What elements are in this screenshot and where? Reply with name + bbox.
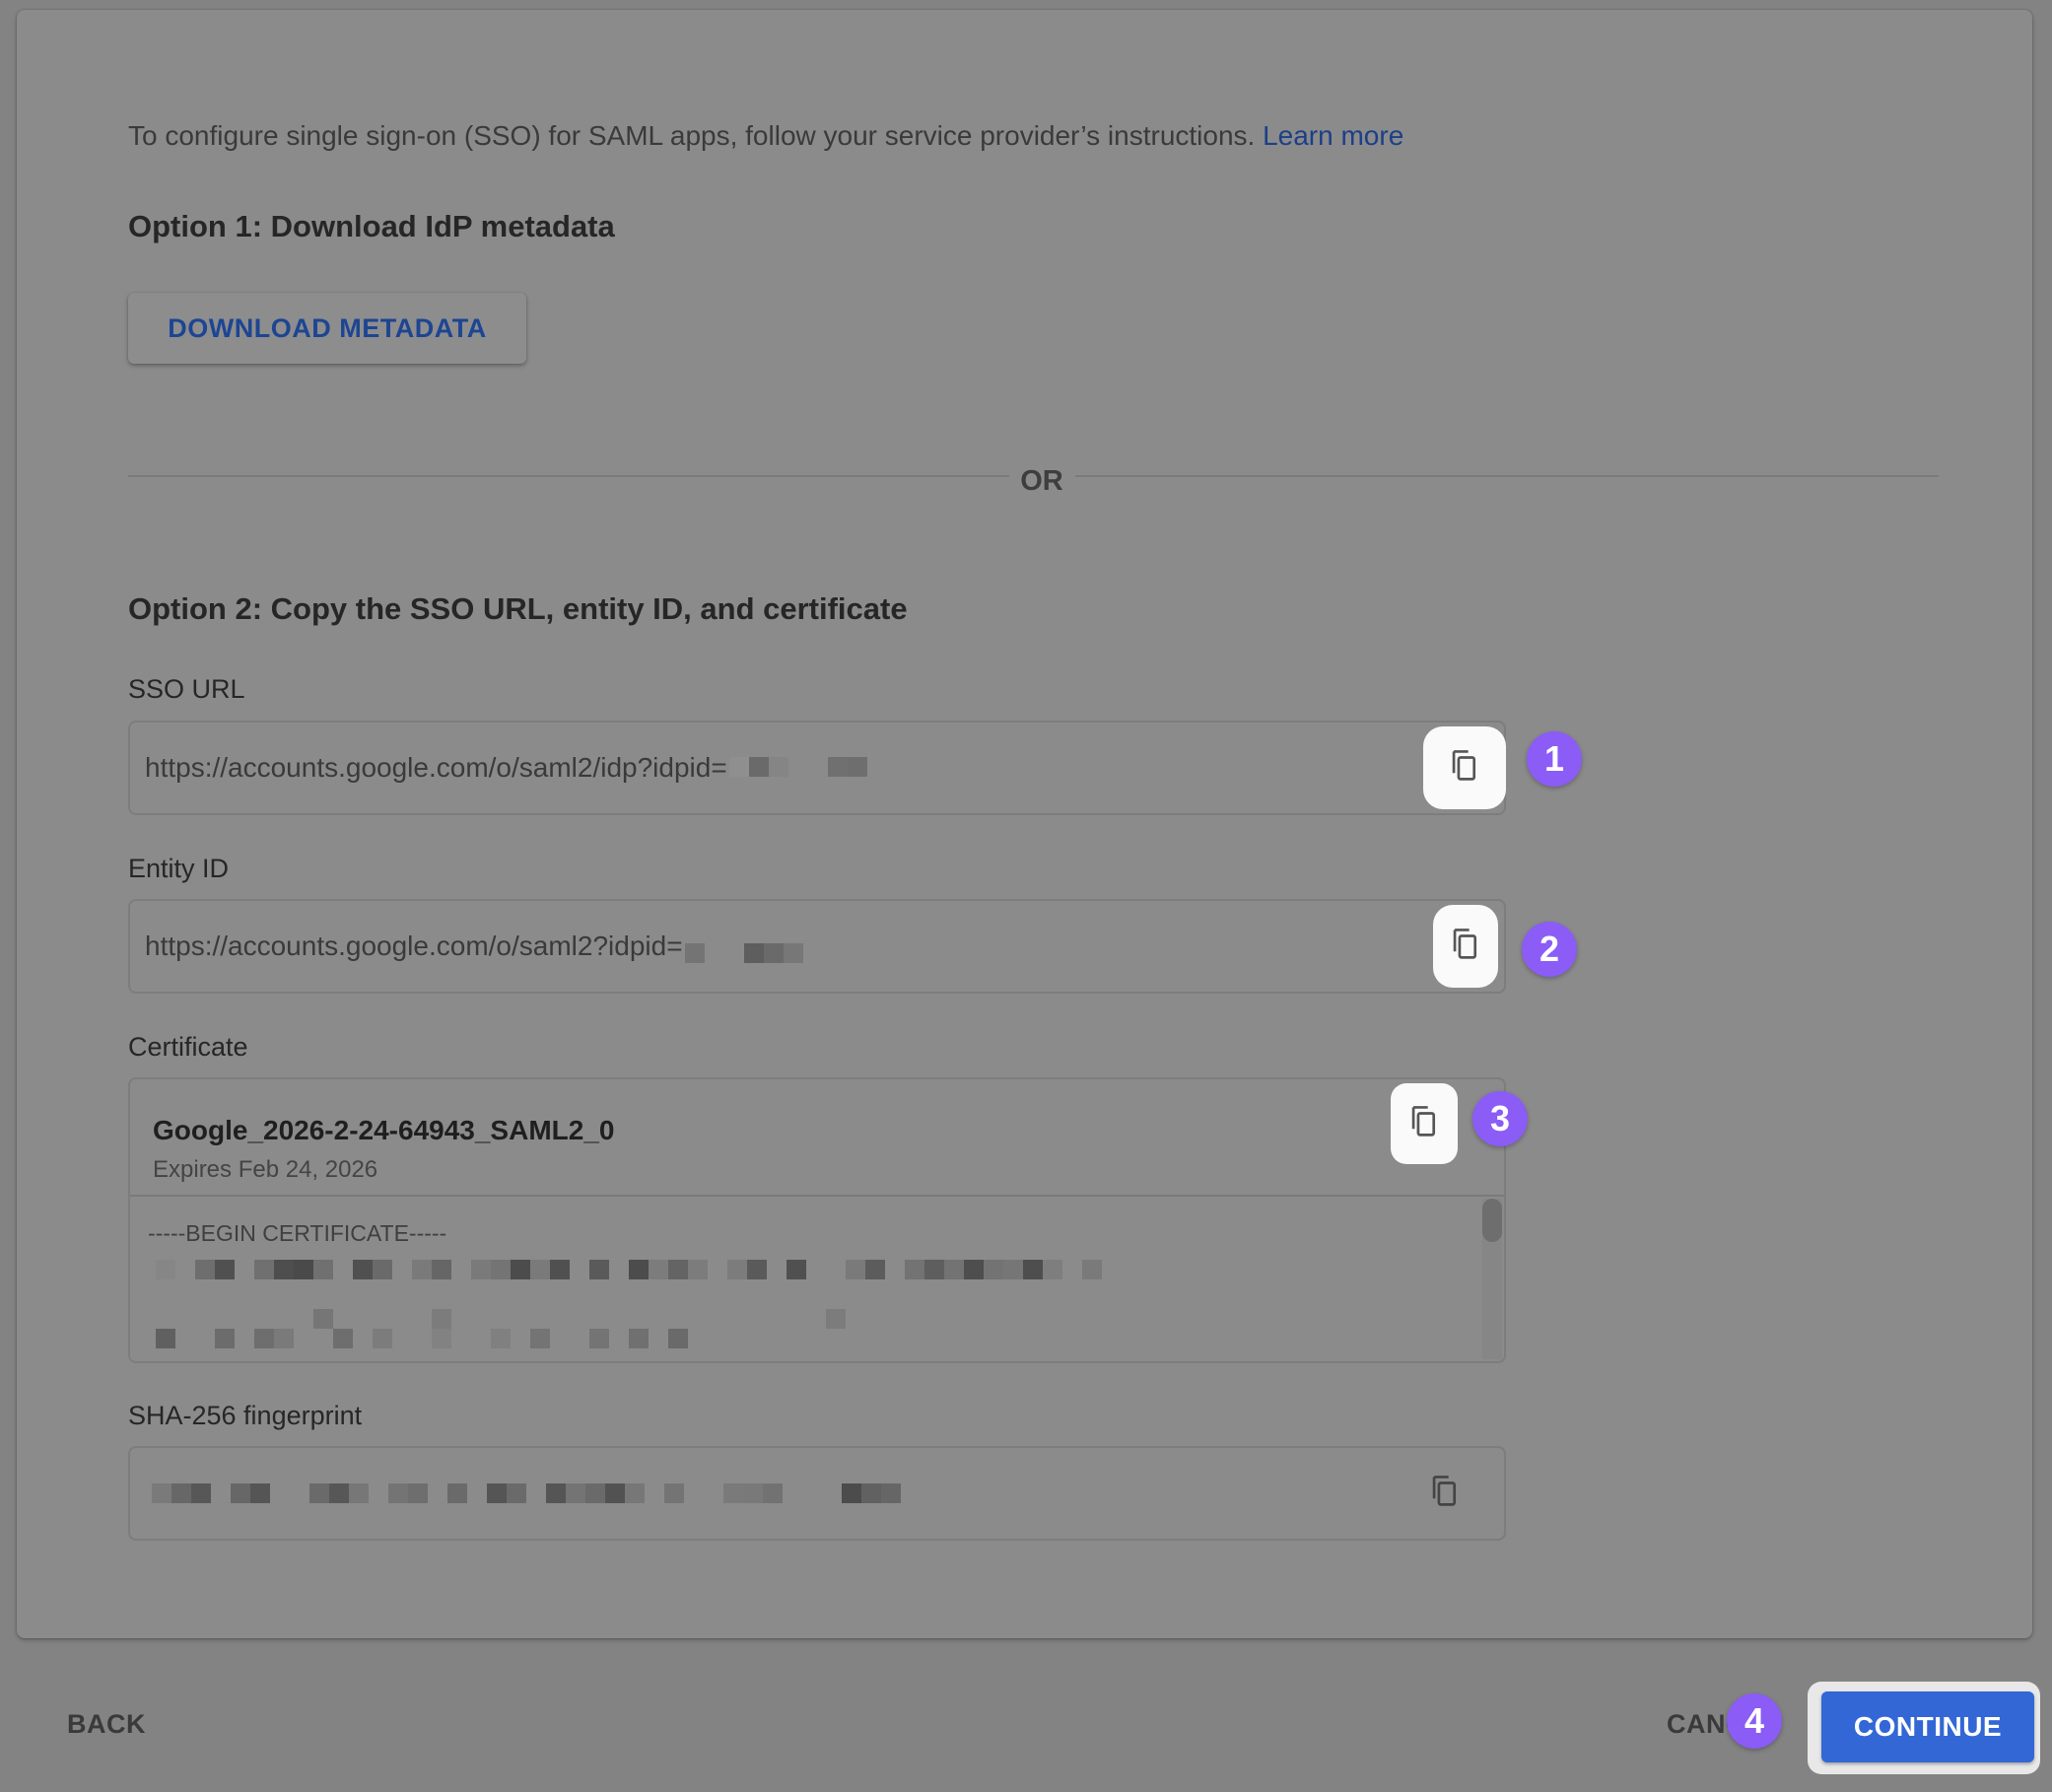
redacted-cert-line — [156, 1260, 1102, 1279]
copy-entity-id-button[interactable] — [1433, 905, 1498, 988]
annotation-badge-4: 4 — [1727, 1693, 1782, 1749]
option2-heading: Option 2: Copy the SSO URL, entity ID, a… — [128, 591, 908, 626]
certificate-scrollbar-thumb[interactable] — [1482, 1199, 1502, 1242]
certificate-scrollbar[interactable] — [1482, 1199, 1502, 1359]
annotation-badge-3: 3 — [1472, 1091, 1528, 1146]
certificate-header: Google_2026-2-24-64943_SAML2_0 Expires F… — [130, 1079, 1504, 1197]
redacted-fingerprint — [152, 1483, 901, 1503]
entity-id-text: https://accounts.google.com/o/saml2?idpi… — [145, 930, 683, 961]
entity-id-value: https://accounts.google.com/o/saml2?idpi… — [145, 930, 803, 963]
sso-url-text: https://accounts.google.com/o/saml2/idp?… — [145, 752, 727, 783]
certificate-begin-marker: -----BEGIN CERTIFICATE----- — [148, 1220, 447, 1246]
intro-description: To configure single sign-on (SSO) for SA… — [128, 120, 1256, 151]
annotation-badge-2: 2 — [1522, 922, 1577, 977]
redacted-cert-line — [156, 1329, 688, 1348]
fingerprint-label: SHA-256 fingerprint — [128, 1401, 363, 1430]
copy-icon — [1409, 1105, 1439, 1143]
copy-icon — [1451, 928, 1480, 966]
certificate-body[interactable]: -----BEGIN CERTIFICATE----- — [130, 1197, 1504, 1361]
redacted-block — [684, 938, 803, 963]
sso-url-field[interactable]: https://accounts.google.com/o/saml2/idp?… — [128, 721, 1506, 815]
or-divider-label: OR — [1020, 465, 1063, 497]
certificate-label: Certificate — [128, 1032, 248, 1062]
sso-url-label: SSO URL — [128, 674, 245, 704]
option1-heading: Option 1: Download IdP metadata — [128, 209, 615, 243]
learn-more-link[interactable]: Learn more — [1263, 120, 1403, 151]
entity-id-label: Entity ID — [128, 854, 230, 883]
intro-text: To configure single sign-on (SSO) for SA… — [128, 120, 1403, 152]
fingerprint-field[interactable] — [128, 1446, 1506, 1541]
divider-line-left — [128, 475, 1009, 477]
copy-sso-url-button[interactable] — [1423, 726, 1506, 809]
annotation-badge-1: 1 — [1527, 731, 1582, 787]
certificate-expiry: Expires Feb 24, 2026 — [153, 1156, 378, 1183]
copy-icon — [1430, 1475, 1460, 1513]
copy-icon — [1450, 749, 1479, 788]
copy-certificate-button[interactable] — [1391, 1083, 1458, 1164]
sso-url-value: https://accounts.google.com/o/saml2/idp?… — [145, 752, 867, 784]
back-button[interactable]: BACK — [67, 1709, 146, 1740]
copy-fingerprint-button[interactable] — [1423, 1472, 1467, 1515]
download-metadata-button[interactable]: DOWNLOAD METADATA — [128, 293, 526, 364]
redacted-block — [728, 752, 867, 777]
continue-button[interactable]: CONTINUE — [1821, 1691, 2034, 1762]
divider-line-right — [1075, 475, 1939, 477]
redacted-cert-line — [156, 1309, 846, 1329]
entity-id-field[interactable]: https://accounts.google.com/o/saml2?idpi… — [128, 899, 1506, 994]
sso-config-card: To configure single sign-on (SSO) for SA… — [17, 10, 2032, 1638]
certificate-box: Google_2026-2-24-64943_SAML2_0 Expires F… — [128, 1077, 1506, 1363]
certificate-name: Google_2026-2-24-64943_SAML2_0 — [153, 1115, 615, 1145]
